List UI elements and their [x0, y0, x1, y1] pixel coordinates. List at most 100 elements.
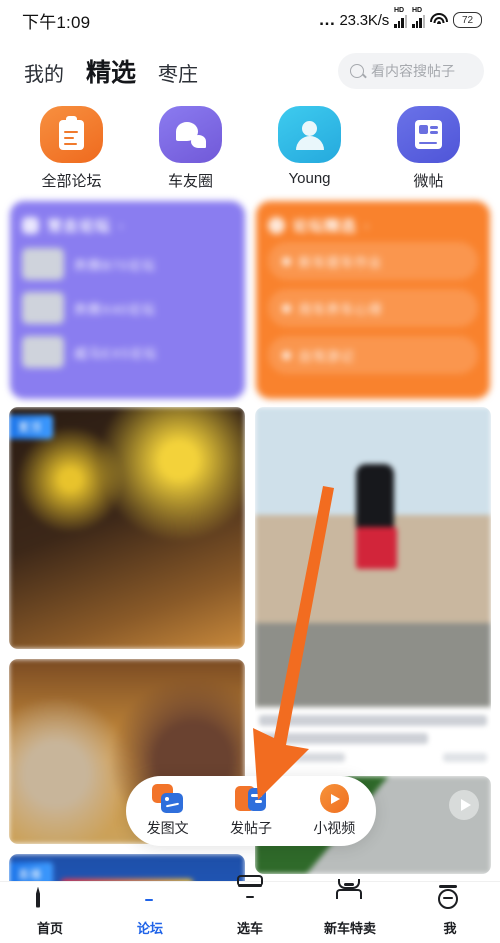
battery-icon: 72	[453, 12, 482, 28]
nav-label: 我	[443, 920, 457, 936]
nav-item-forum[interactable]: 论坛	[100, 881, 200, 937]
list-item-label: 奔腾B70论坛	[74, 257, 157, 273]
chevron-right-icon: ›	[119, 218, 124, 233]
shortcut-row: 全部论坛 车友圈 Young 微帖	[0, 102, 500, 197]
status-icons: … 23.3K/s HD HD 72	[318, 7, 482, 30]
document-icon	[397, 106, 460, 163]
card-meta	[259, 753, 487, 762]
card-image: 置顶	[9, 407, 245, 649]
person-icon	[278, 106, 341, 163]
hd-label-2: HD	[412, 7, 423, 14]
card-text	[255, 707, 491, 766]
top-navigation: 我的 精选 枣庄 看内容搜帖子	[0, 40, 500, 102]
list-item-label: 自驾游记	[298, 348, 355, 364]
card-title: 常去论坛	[47, 218, 112, 235]
thumbnail	[22, 248, 64, 280]
list-item-label: 新车提车作业	[298, 254, 383, 270]
nav-label: 选车	[236, 920, 263, 936]
nav-label: 新车特卖	[323, 920, 376, 936]
list-item[interactable]: 奔腾X40论坛	[22, 286, 233, 330]
shortcut-all-forums[interactable]: 全部论坛	[12, 106, 131, 191]
card-title: 论坛精选	[292, 218, 357, 235]
shortcut-car-friends[interactable]: 车友圈	[131, 106, 250, 191]
banner-row: 常去论坛 › 奔腾B70论坛 奔腾X40论坛 威马EX5论坛 论坛精选 › 新车…	[0, 197, 500, 399]
compose-photo-post-button[interactable]: 发图文	[132, 784, 204, 838]
chat-bubble-icon	[159, 106, 222, 163]
feed-column-right	[255, 407, 491, 943]
compose-text-post-button[interactable]: 发帖子	[215, 784, 287, 838]
app-screen: 下午1:09 … 23.3K/s HD HD 72 我的 精选 枣庄 看内容搜帖…	[0, 0, 500, 943]
forum-highlights-card[interactable]: 论坛精选 › 新车提车作业 用车养车心得 自驾游记	[255, 201, 490, 399]
compose-option-label: 发帖子	[229, 820, 272, 836]
car-icon	[236, 874, 264, 913]
list-item-label: 用车养车心得	[298, 301, 383, 317]
signal-icon-1: HD	[394, 7, 407, 29]
tab-mine[interactable]: 我的	[24, 58, 64, 87]
image-placeholder	[255, 407, 491, 707]
shortcut-young[interactable]: Young	[250, 106, 369, 191]
signal-bars-1	[394, 15, 407, 28]
nav-item-choose-car[interactable]: 选车	[200, 874, 300, 937]
card-title-line	[259, 715, 487, 726]
search-placeholder: 看内容搜帖子	[371, 63, 455, 79]
signal-icon-2: HD	[412, 7, 425, 29]
shortcut-label: 车友圈	[167, 173, 213, 190]
bottom-navigation: 首页 论坛 选车 新车特卖 我	[0, 874, 500, 943]
compose-popup: 发图文 发帖子 小视频	[126, 776, 376, 846]
tag-icon	[336, 878, 364, 913]
search-icon	[350, 64, 364, 78]
compose-option-label: 发图文	[146, 820, 189, 836]
card-image	[255, 407, 491, 707]
list-item[interactable]: 自驾游记	[267, 336, 478, 374]
nav-item-new-car-sale[interactable]: 新车特卖	[300, 878, 400, 937]
shortcut-label: Young	[288, 170, 331, 187]
frequent-forums-card[interactable]: 常去论坛 › 奔腾B70论坛 奔腾X40论坛 威马EX5论坛	[10, 201, 245, 399]
clipboard-icon	[40, 106, 103, 163]
thumbnail	[22, 292, 64, 324]
forum-icon	[136, 881, 164, 913]
list-item[interactable]: 威马EX5论坛	[22, 330, 233, 374]
card-icon	[267, 217, 285, 234]
chevron-right-icon: ›	[364, 218, 369, 233]
feed-card-portrait[interactable]	[255, 407, 491, 766]
card-header: 常去论坛 ›	[22, 215, 233, 236]
shortcut-label: 全部论坛	[41, 173, 102, 190]
status-badge: 置顶	[9, 415, 53, 439]
network-speed: 23.3K/s	[339, 11, 390, 29]
hd-label-1: HD	[394, 7, 405, 14]
bullet-icon	[281, 350, 291, 360]
feed-card-dark-banner[interactable]: 置顶	[9, 407, 245, 649]
list-item[interactable]: 新车提车作业	[267, 242, 478, 280]
home-icon	[36, 886, 64, 913]
feed-waterfall: 置顶 直播	[0, 399, 500, 943]
list-item[interactable]: 奔腾B70论坛	[22, 242, 233, 286]
shortcut-label: 微帖	[413, 173, 444, 190]
ellipsis-icon: …	[318, 10, 336, 29]
nav-label: 论坛	[136, 920, 163, 936]
card-title-line	[259, 733, 428, 744]
feed-column-left: 置顶 直播	[9, 407, 245, 943]
tab-zaozhuang[interactable]: 枣庄	[158, 58, 198, 87]
compose-option-label: 小视频	[313, 820, 356, 836]
compose-short-video-button[interactable]: 小视频	[298, 784, 370, 838]
shortcut-micro-post[interactable]: 微帖	[369, 106, 488, 191]
nav-label: 首页	[36, 920, 63, 936]
profile-icon	[436, 883, 464, 913]
card-author	[259, 753, 345, 762]
card-icon	[22, 217, 39, 234]
tab-featured[interactable]: 精选	[86, 53, 136, 89]
status-time: 下午1:09	[22, 12, 91, 32]
wifi-icon	[430, 13, 448, 27]
list-item-label: 奔腾X40论坛	[74, 301, 157, 317]
thumbnail	[22, 336, 64, 368]
image-placeholder	[9, 407, 245, 649]
text-post-icon	[235, 784, 267, 813]
search-bar[interactable]: 看内容搜帖子	[338, 53, 484, 89]
card-stat	[443, 753, 487, 762]
list-item[interactable]: 用车养车心得	[267, 289, 478, 327]
play-icon[interactable]	[449, 790, 479, 820]
status-bar: 下午1:09 … 23.3K/s HD HD 72	[0, 0, 500, 40]
nav-item-home[interactable]: 首页	[0, 886, 100, 937]
nav-item-profile[interactable]: 我	[400, 883, 500, 937]
signal-bars-2	[412, 15, 425, 28]
